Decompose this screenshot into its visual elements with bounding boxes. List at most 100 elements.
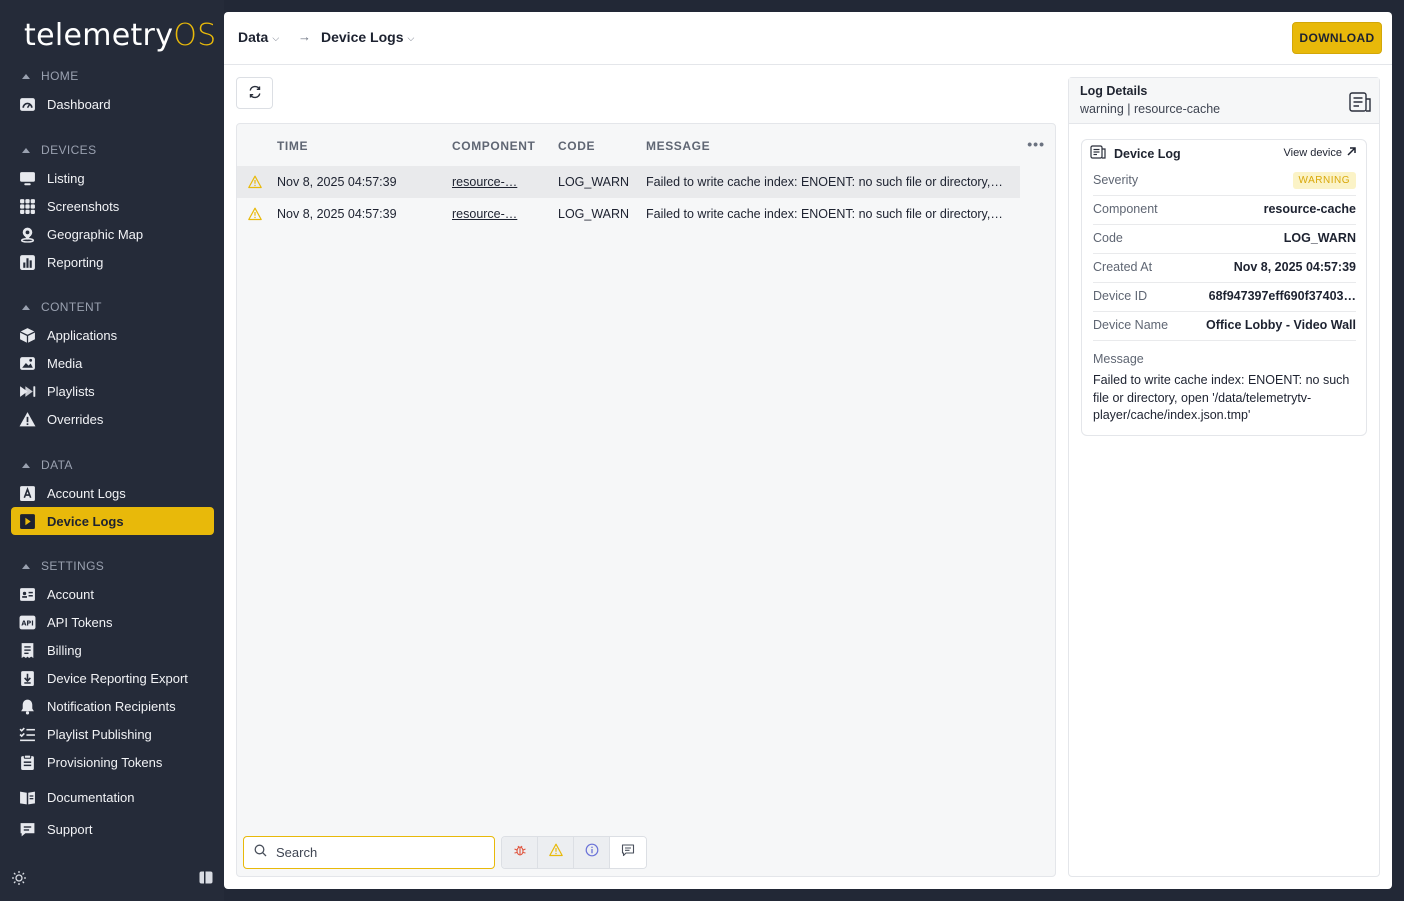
sidebar-item-account-logs[interactable]: Account Logs [11,479,214,507]
message-label: Message [1093,352,1144,366]
filter-error-button[interactable] [502,837,538,868]
severity-filter-group [501,836,647,869]
refresh-button[interactable] [236,77,273,109]
warning-icon [248,207,262,221]
column-message[interactable]: MESSAGE [646,139,710,153]
book-icon [19,789,36,806]
search-input[interactable] [276,845,476,860]
sidebar-item-playlists[interactable]: Playlists [11,377,214,405]
sidebar-item-notification-recipients[interactable]: Notification Recipients [11,692,214,720]
log-details-header: Log Details warning | resource-cache [1069,78,1379,124]
more-options-icon[interactable]: ••• [1027,136,1045,152]
download-doc-icon [19,670,36,687]
filter-info-button[interactable] [574,837,610,868]
sidebar-item-playlist-publishing[interactable]: Playlist Publishing [11,720,214,748]
sidebar-item-media[interactable]: Media [11,349,214,377]
component-link[interactable]: resource-… [452,207,517,221]
field-code: Code LOG_WARN [1093,225,1356,254]
field-device-name: Device Name Office Lobby - Video Wall [1093,312,1356,341]
sidebar-item-reporting[interactable]: Reporting [11,248,214,276]
section-home[interactable]: HOME [22,68,79,84]
image-icon [19,355,36,372]
device-log-title: Device Log [1090,145,1181,162]
chevron-down-icon: ⌵ [272,32,280,43]
caret-up-icon [22,563,30,569]
sidebar-item-api-tokens[interactable]: API API Tokens [11,608,214,636]
filter-warning-button[interactable] [538,837,574,868]
breadcrumb-device-logs[interactable]: Device Logs ⌵ [321,29,414,45]
section-content[interactable]: CONTENT [22,299,102,315]
warning-icon [548,843,563,862]
sidebar-item-documentation[interactable]: Documentation [11,783,214,811]
receipt-icon [19,642,36,659]
cube-icon [19,327,36,344]
section-settings[interactable]: SETTINGS [22,558,104,574]
sidebar-item-device-logs[interactable]: Device Logs [11,507,214,535]
section-data[interactable]: DATA [22,457,73,473]
grid-icon [19,198,36,215]
dashboard-icon [19,96,36,113]
sidebar: telemetryOS HOME Dashboard DEVICES Listi… [0,0,224,901]
monitor-icon [19,170,36,187]
arrow-right-icon: → [298,29,311,44]
theme-sun-icon[interactable] [11,870,27,891]
download-button[interactable]: DOWNLOAD [1292,22,1382,54]
caret-up-icon [22,73,30,79]
column-time[interactable]: TIME [277,139,308,153]
field-severity: Severity WARNING [1093,167,1356,196]
view-device-link[interactable]: View device [1284,147,1357,159]
alert-triangle-icon [19,411,36,428]
sidebar-item-support[interactable]: Support [11,815,214,843]
chevron-down-icon: ⌵ [407,32,415,43]
log-details-title: Log Details [1080,84,1148,98]
caret-up-icon [22,462,30,468]
sidebar-item-provisioning-tokens[interactable]: Provisioning Tokens [11,748,214,776]
collapse-sidebar-icon[interactable] [199,871,213,889]
log-details-subtitle: warning | resource-cache [1080,102,1221,116]
sidebar-item-account[interactable]: Account [11,580,214,608]
sidebar-item-billing[interactable]: Billing [11,636,214,664]
field-device-id: Device ID 68f947397eff690f37403… [1093,283,1356,312]
search-field[interactable] [243,836,495,869]
table-row[interactable]: Nov 8, 2025 04:57:39 resource-… LOG_WARN… [237,166,1020,198]
info-icon [585,843,599,862]
sidebar-item-device-reporting-export[interactable]: Device Reporting Export [11,664,214,692]
filter-message-button[interactable] [610,837,646,868]
bar-chart-icon [19,254,36,271]
sidebar-item-dashboard[interactable]: Dashboard [11,90,214,118]
sidebar-footer [11,870,213,891]
document-icon[interactable] [1349,92,1371,117]
table-row[interactable]: Nov 8, 2025 04:57:39 resource-… LOG_WARN… [237,198,1020,230]
column-component[interactable]: COMPONENT [452,139,535,153]
component-link[interactable]: resource-… [452,175,517,189]
severity-badge: WARNING [1292,172,1356,189]
map-pin-icon [19,226,36,243]
id-card-icon [19,586,36,603]
log-document-icon [1090,145,1106,162]
chat-icon [19,821,36,838]
logs-table: TIME COMPONENT CODE MESSAGE ••• Nov 8, 2… [236,123,1056,877]
section-devices[interactable]: DEVICES [22,142,96,158]
playlist-icon [19,383,36,400]
sidebar-item-overrides[interactable]: Overrides [11,405,214,433]
field-created-at: Created At Nov 8, 2025 04:57:39 [1093,254,1356,283]
device-log-icon [19,513,36,530]
table-header: TIME COMPONENT CODE MESSAGE ••• [237,124,1055,166]
bell-icon [19,698,36,715]
sidebar-item-screenshots[interactable]: Screenshots [11,192,214,220]
bug-icon [513,843,527,862]
clipboard-icon [19,754,36,771]
svg-text:API: API [21,619,33,627]
breadcrumb-data[interactable]: Data ⌵ [238,29,279,45]
message-text: Failed to write cache index: ENOENT: no … [1093,373,1350,422]
sidebar-item-geographic-map[interactable]: Geographic Map [11,220,214,248]
message-icon [621,843,635,862]
sidebar-item-applications[interactable]: Applications [11,321,214,349]
telemetryos-logo[interactable]: telemetryOS [24,18,217,53]
sidebar-item-listing[interactable]: Listing [11,164,214,192]
column-code[interactable]: CODE [558,139,595,153]
device-log-card: Device Log View device Severity WARNING … [1081,139,1367,436]
search-icon [254,844,267,862]
log-details-panel: Log Details warning | resource-cache Dev… [1068,77,1380,877]
caret-up-icon [22,304,30,310]
